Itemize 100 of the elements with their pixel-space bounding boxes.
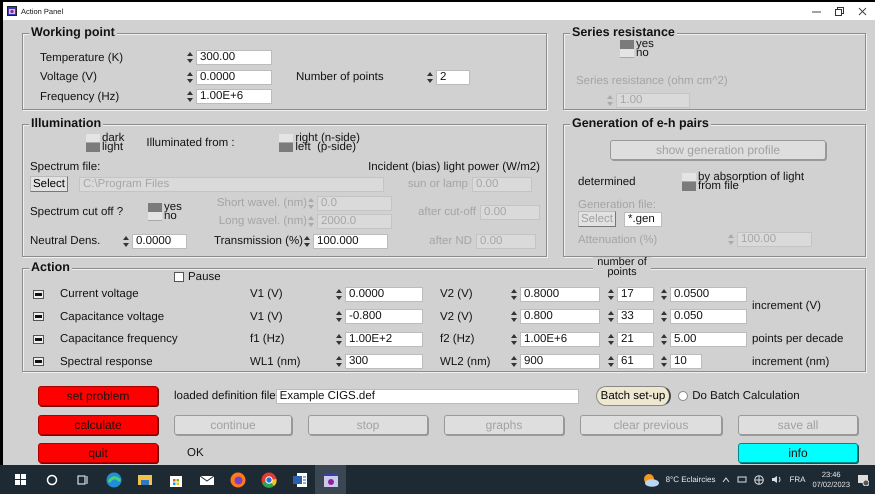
input-field[interactable]: 21: [617, 332, 654, 347]
task-view-icon[interactable]: [76, 474, 88, 486]
field-label: V1 (V): [250, 310, 284, 323]
spin-arrows-icon[interactable]: [660, 310, 668, 324]
restore-icon[interactable]: [835, 6, 844, 16]
select-button[interactable]: Select: [30, 176, 68, 192]
input-field[interactable]: 100.000: [313, 234, 388, 248]
spin-arrows-icon[interactable]: [660, 332, 668, 346]
input-field[interactable]: 900: [520, 354, 600, 370]
switch-segment[interactable]: [279, 134, 294, 143]
field-label: V2 (V): [440, 310, 474, 323]
start-icon[interactable]: [15, 474, 26, 485]
switch-label: no: [636, 49, 649, 58]
app-window-icon[interactable]: [322, 472, 338, 488]
document-icon[interactable]: [292, 472, 308, 488]
input-field[interactable]: 1.00E+6: [520, 332, 600, 347]
switch-label: yes: [636, 40, 654, 49]
spin-arrows-icon[interactable]: [335, 288, 343, 301]
switch-segment[interactable]: [148, 203, 162, 212]
field-label: Spectral response: [60, 356, 154, 368]
spin-arrows-icon[interactable]: [510, 310, 518, 324]
batch-button[interactable]: Batch set-up: [596, 386, 672, 406]
spin-arrows-icon[interactable]: [122, 234, 130, 248]
input-field[interactable]: 0.0500: [670, 286, 747, 302]
switch-segment[interactable]: [620, 49, 634, 58]
weather-text[interactable]: 8°C Eclaircies: [666, 475, 716, 484]
row-select-button[interactable]: [33, 312, 44, 322]
spin-arrows-icon[interactable]: [335, 332, 343, 346]
input-field[interactable]: 300.00: [196, 50, 272, 66]
spin-arrows-icon[interactable]: [607, 288, 615, 301]
info-button[interactable]: info: [738, 443, 858, 463]
input-field[interactable]: Example CIGS.def: [276, 388, 579, 404]
switch-segment[interactable]: [682, 182, 696, 191]
input-field[interactable]: 5.00: [670, 332, 747, 347]
spin-arrows-icon[interactable]: [607, 332, 615, 346]
spin-arrows-icon[interactable]: [660, 288, 668, 301]
spin-arrows-icon[interactable]: [335, 355, 343, 368]
pause-checkbox[interactable]: [174, 272, 184, 282]
group-title: Working point: [29, 25, 117, 40]
switch-label: from file: [698, 182, 739, 191]
switch-segment[interactable]: [86, 134, 100, 143]
spin-arrows-icon[interactable]: [660, 355, 668, 368]
row-select-button[interactable]: [33, 357, 44, 366]
input-field[interactable]: 300: [345, 354, 423, 370]
field-label: Current voltage: [60, 288, 140, 300]
input-field[interactable]: 10: [670, 354, 702, 370]
input-field[interactable]: 1.00E+2: [345, 332, 423, 347]
speaker-icon[interactable]: [771, 475, 782, 484]
action-button[interactable]: calculate: [38, 414, 158, 434]
input-field[interactable]: 1.00E+6: [196, 89, 272, 104]
spin-arrows-icon[interactable]: [186, 90, 194, 104]
switch-segment[interactable]: [682, 173, 696, 182]
field-label: Neutral Dens.: [30, 235, 102, 247]
spin-arrows-icon[interactable]: [607, 355, 615, 368]
action-button[interactable]: quit: [38, 443, 158, 463]
spin-arrows-icon[interactable]: [303, 234, 311, 248]
input-field[interactable]: 0.0000: [345, 286, 423, 302]
spin-arrows-icon[interactable]: [607, 310, 615, 324]
action-button[interactable]: set problem: [38, 386, 158, 406]
input-field[interactable]: -0.800: [345, 309, 423, 324]
ring-orb-icon[interactable]: [260, 472, 276, 488]
switch-segment[interactable]: [279, 143, 294, 152]
field-label: Incident (bias) light power (W/m2): [368, 161, 540, 173]
input-field[interactable]: 2: [436, 70, 470, 85]
spin-arrows-icon[interactable]: [510, 332, 518, 346]
swirl-icon[interactable]: [106, 472, 122, 488]
spin-arrows-icon[interactable]: [186, 70, 194, 84]
notification-icon[interactable]: [857, 474, 869, 486]
input-field[interactable]: 0.800: [520, 309, 600, 324]
row-select-button[interactable]: [33, 290, 44, 299]
network-icon[interactable]: [737, 475, 748, 484]
search-icon[interactable]: [46, 474, 58, 486]
input-field[interactable]: 17: [617, 286, 654, 302]
switch-segment[interactable]: [148, 212, 162, 221]
spin-arrows-icon[interactable]: [510, 288, 518, 301]
switch-segment[interactable]: [86, 143, 100, 152]
flame-orb-icon[interactable]: [230, 472, 246, 488]
input-field[interactable]: 0.0000: [132, 234, 187, 248]
input-field[interactable]: 0.0000: [196, 70, 272, 85]
radio-button[interactable]: [678, 391, 688, 401]
spin-arrows-icon[interactable]: [335, 310, 343, 324]
row-select-button[interactable]: [33, 334, 44, 344]
field-label: Temperature (K): [40, 52, 124, 64]
input-field[interactable]: *.gen: [624, 212, 662, 226]
input-field[interactable]: 0.050: [670, 309, 747, 324]
globe-icon[interactable]: [754, 474, 764, 484]
spin-arrows-icon[interactable]: [510, 355, 518, 368]
cloud-sun-icon[interactable]: [642, 472, 659, 486]
spin-arrows-icon[interactable]: [186, 51, 194, 64]
field-label: points per decade: [752, 333, 844, 346]
input-field[interactable]: 61: [617, 354, 654, 370]
caret-up-icon[interactable]: [722, 476, 730, 482]
input-field[interactable]: 33: [617, 309, 654, 324]
field-label: f2 (Hz): [440, 333, 476, 346]
language-indicator[interactable]: FRA: [789, 475, 806, 484]
spin-arrows-icon[interactable]: [426, 70, 434, 84]
field-label: WL1 (nm): [250, 356, 302, 368]
close-icon[interactable]: [858, 6, 867, 16]
input-field[interactable]: 0.8000: [520, 286, 600, 302]
switch-segment[interactable]: [620, 40, 634, 49]
